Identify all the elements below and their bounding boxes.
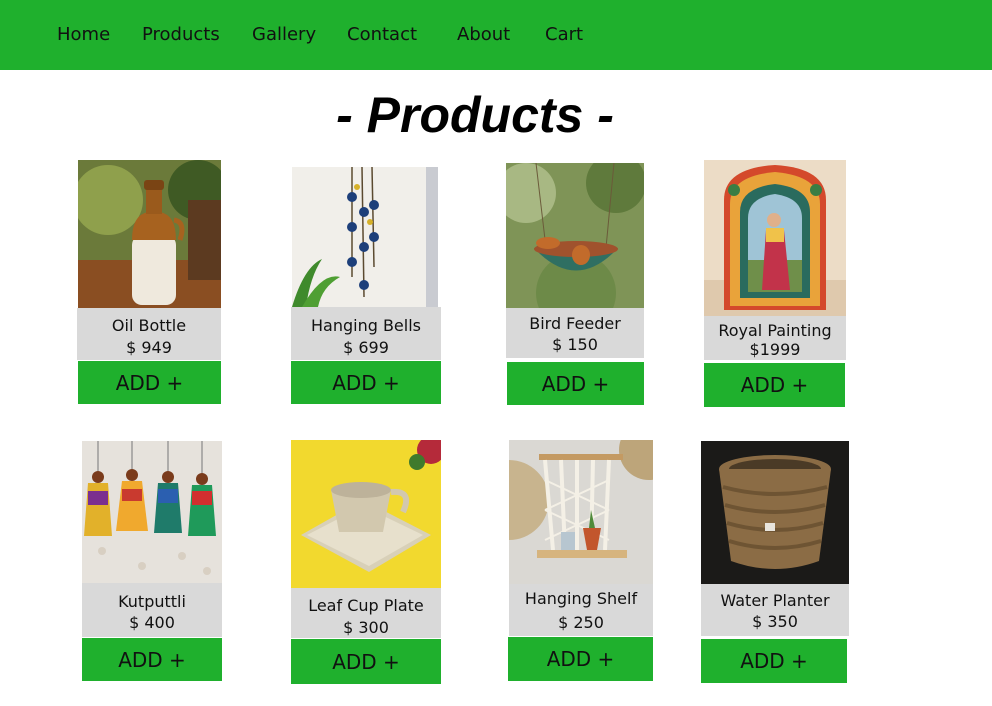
hanging-bells-info: Hanging Bells $ 699: [291, 307, 441, 360]
product-price: $ 400: [129, 613, 175, 632]
top-nav: Home Products Gallery Contact About Cart: [0, 0, 992, 70]
add-to-cart-button[interactable]: ADD +: [701, 639, 847, 683]
product-name: Leaf Cup Plate: [308, 596, 424, 615]
leaf-cup-plate-image: [291, 440, 441, 588]
add-to-cart-button[interactable]: ADD +: [291, 639, 441, 684]
royal-painting-info: Royal Painting $1999: [704, 316, 846, 360]
oil-bottle-info: Oil Bottle $ 949: [77, 308, 221, 360]
add-to-cart-button[interactable]: ADD +: [507, 362, 644, 405]
add-to-cart-button[interactable]: ADD +: [291, 361, 441, 404]
nav-cart[interactable]: Cart: [545, 24, 583, 45]
product-name: Hanging Bells: [310, 316, 421, 335]
product-price: $ 699: [343, 338, 389, 357]
product-name: Water Planter: [720, 591, 830, 610]
add-to-cart-button[interactable]: ADD +: [508, 637, 653, 681]
water-planter-image: [701, 441, 849, 584]
leaf-cup-plate-info: Leaf Cup Plate $ 300: [291, 588, 441, 638]
nav-contact[interactable]: Contact: [347, 24, 417, 45]
royal-painting-image: [704, 160, 846, 316]
product-price: $ 949: [126, 338, 172, 357]
product-price: $ 350: [752, 612, 798, 631]
product-price: $ 300: [343, 618, 389, 637]
oil-bottle-image: [78, 160, 221, 308]
product-name: Hanging Shelf: [524, 589, 638, 608]
hanging-shelf-info: Hanging Shelf $ 250: [509, 584, 653, 636]
nav-gallery[interactable]: Gallery: [252, 24, 316, 45]
product-name: Oil Bottle: [111, 316, 187, 335]
product-price: $1999: [749, 340, 801, 359]
hanging-bells-image: [292, 167, 438, 307]
bird-feeder-info: Bird Feeder $ 150: [506, 308, 644, 358]
product-name: Bird Feeder: [529, 314, 621, 333]
nav-home[interactable]: Home: [57, 24, 110, 45]
add-to-cart-button[interactable]: ADD +: [704, 363, 845, 407]
water-planter-info: Water Planter $ 350: [701, 584, 849, 636]
nav-about[interactable]: About: [457, 24, 510, 45]
hanging-shelf-image: [509, 440, 653, 584]
product-price: $ 150: [552, 335, 598, 354]
page-title: - Products -: [336, 87, 614, 143]
product-name: Royal Painting: [718, 321, 832, 340]
add-to-cart-button[interactable]: ADD +: [78, 361, 221, 404]
nav-products[interactable]: Products: [142, 24, 220, 45]
bird-feeder-image: [506, 163, 644, 308]
kutputtli-info: Kutputtli $ 400: [82, 583, 222, 637]
kutputtli-image: [82, 441, 222, 583]
add-to-cart-button[interactable]: ADD +: [82, 638, 222, 681]
product-name: Kutputtli: [118, 592, 186, 611]
product-price: $ 250: [558, 613, 604, 632]
